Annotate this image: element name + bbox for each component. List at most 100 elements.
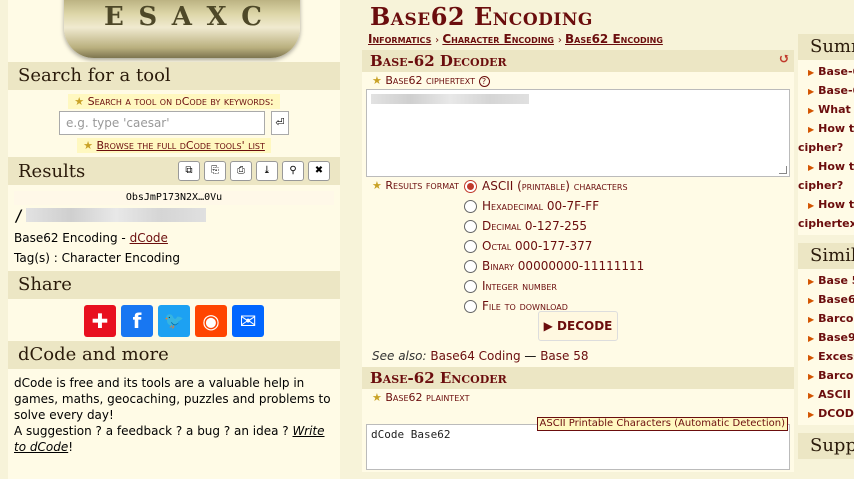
similar-item[interactable]: ▶Base91 [808, 328, 854, 347]
similar-item[interactable]: ▶Excess-3 [808, 347, 854, 366]
radio-icon[interactable] [464, 299, 477, 313]
plus-icon: ✚ [91, 309, 109, 333]
result-output[interactable]: / [14, 205, 334, 225]
summary-item-cont[interactable]: cipher? [798, 176, 854, 195]
radio-icon[interactable] [464, 279, 477, 293]
summary-item-label: How to recognize Base62 [818, 198, 854, 211]
download-button[interactable]: ⤓ [256, 161, 278, 181]
similar-item-label: Barcode 39 [818, 312, 854, 325]
radio-icon[interactable] [464, 199, 477, 213]
result-tags: Tag(s) : Character Encoding [14, 251, 180, 265]
arrow-icon: ▶ [808, 68, 815, 77]
breadcrumb-base62[interactable]: Base62 Encoding [565, 32, 663, 46]
decode-button[interactable]: ▶ DECODE [538, 311, 618, 341]
search-keywords-link[interactable]: ★ Search a tool on dCode by keywords: [68, 94, 280, 109]
format-option-label: Octal 000-177-377 [482, 239, 593, 253]
cipher-preview[interactable]: ObsJmP173N2X…0Vu [14, 191, 334, 205]
print-button[interactable]: ⎙ [230, 161, 252, 181]
search-input[interactable] [59, 111, 265, 135]
arrow-icon: ▶ [808, 334, 815, 343]
decoder-title: Base-62 Decoder ↺ [362, 50, 794, 72]
radio-selected-icon[interactable] [464, 179, 477, 193]
similar-item-label: Barcode 128 [818, 369, 854, 382]
summary-item[interactable]: ▶How to recognize Base62 [808, 195, 854, 214]
radio-icon[interactable] [464, 239, 477, 253]
facebook-icon: f [132, 309, 142, 333]
similar-item[interactable]: ▶Barcode 39 [808, 309, 854, 328]
see-also-base58-link[interactable]: Base 58 [540, 349, 588, 363]
pin-button[interactable]: ⚲ [282, 161, 304, 181]
arrow-icon: ▶ [808, 106, 815, 115]
ciphertext-textarea[interactable] [366, 89, 790, 177]
format-option-decimal[interactable]: Decimal 0-127-255 [464, 219, 587, 233]
right-sidebar: Summary ▶Base-62 Decoder ▶Base-62 Encode… [798, 0, 854, 479]
feedback-text: A suggestion ? a feedback ? a bug ? an i… [14, 424, 293, 438]
cryptex-glyph: S [138, 2, 160, 32]
breadcrumb-character-encoding[interactable]: Character Encoding [442, 32, 554, 46]
radio-icon[interactable] [464, 259, 477, 273]
close-button[interactable]: ✖ [308, 161, 330, 181]
format-option-ascii[interactable]: ASCII (printable) characters [464, 179, 628, 193]
summary-item-cont[interactable]: cipher? [798, 138, 854, 157]
see-also: See also: Base64 Coding — Base 58 [366, 345, 790, 365]
arrow-icon: ▶ [808, 277, 815, 286]
share-section-title: Share [8, 271, 340, 299]
star-icon: ★ [74, 95, 85, 108]
similar-item[interactable]: ▶ASCII Code [808, 385, 854, 404]
feedback-end: ! [68, 440, 74, 454]
format-option-integer[interactable]: Integer number [464, 279, 557, 293]
resize-grip-icon[interactable] [779, 166, 787, 174]
format-option-binary[interactable]: Binary 00000000-11111111 [464, 259, 644, 273]
share-twitter-button[interactable]: 🐦 [158, 305, 190, 337]
summary-item[interactable]: ▶How to encrypt using Base62 [808, 119, 854, 138]
format-option-octal[interactable]: Octal 000-177-377 [464, 239, 592, 253]
similar-item-label: Base 58 [818, 274, 854, 287]
print-icon: ⎙ [237, 165, 245, 176]
dcode-logo[interactable]: E S A X C [8, 0, 340, 62]
share-email-button[interactable]: ✉ [232, 305, 264, 337]
auto-detection-badge[interactable]: ASCII Printable Characters (Automatic De… [536, 417, 788, 431]
similar-item[interactable]: ▶Base 58 [808, 271, 854, 290]
breadcrumb-informatics[interactable]: Informatics [368, 32, 431, 46]
summary-item[interactable]: ▶Base-62 Encoder [808, 81, 854, 100]
copy-button[interactable]: ⧉ [178, 161, 200, 181]
summary-item[interactable]: ▶What is Base62? [808, 100, 854, 119]
page-title: Base62 Encoding [370, 2, 593, 31]
summary-item[interactable]: ▶Base-62 Decoder [808, 62, 854, 81]
copy-all-button[interactable]: ⎘ [204, 161, 226, 181]
share-buttons: ✚ f 🐦 ◉ ✉ [8, 299, 340, 341]
cryptex-glyph: X [206, 2, 229, 32]
arrow-icon: ▶ [808, 391, 815, 400]
arrow-icon: ▶ [808, 87, 815, 96]
share-reddit-button[interactable]: ◉ [195, 305, 227, 337]
ciphertext-label-text: Base62 ciphertext [385, 74, 476, 87]
share-add-button[interactable]: ✚ [84, 305, 116, 337]
help-icon[interactable]: ? [478, 76, 490, 87]
reset-icon[interactable]: ↺ [778, 51, 790, 67]
arrow-icon: ▶ [808, 201, 815, 210]
summary-item[interactable]: ▶How to decrypt Base62 [808, 157, 854, 176]
arrow-icon: ▶ [808, 410, 815, 419]
cryptex-glyphs: E S A X C [104, 2, 264, 32]
browse-tools-link[interactable]: ★ Browse the full dCode tools' list [77, 138, 271, 153]
arrow-icon: ▶ [808, 353, 815, 362]
radio-icon[interactable] [464, 219, 477, 233]
dcode-link[interactable]: dCode [130, 231, 168, 245]
see-also-separator: — [520, 349, 541, 363]
similar-item[interactable]: ▶DCODE [808, 404, 854, 423]
download-icon: ⤓ [262, 165, 272, 176]
summary-item-label: How to encrypt using Base62 [818, 122, 854, 135]
results-body: ObsJmP173N2X…0Vu / Base62 Encoding - dCo… [8, 185, 340, 271]
see-also-base64-link[interactable]: Base64 Coding [430, 349, 520, 363]
search-submit-button[interactable]: ⏎ [271, 111, 289, 135]
summary-list: ▶Base-62 Decoder ▶Base-62 Encoder ▶What … [798, 60, 854, 235]
format-option-hex[interactable]: Hexadecimal 00-7F-FF [464, 199, 599, 213]
similar-item[interactable]: ▶Barcode 128 [808, 366, 854, 385]
share-facebook-button[interactable]: f [121, 305, 153, 337]
decoder-title-text: Base-62 Decoder [370, 52, 507, 70]
summary-item-cont[interactable]: ciphertext? [798, 214, 854, 233]
result-tool-text: Base62 Encoding - [14, 231, 130, 245]
similar-item-label: Base64 Coding [818, 293, 854, 306]
similar-item[interactable]: ▶Base64 Coding [808, 290, 854, 309]
star-icon: ★ [372, 391, 382, 404]
